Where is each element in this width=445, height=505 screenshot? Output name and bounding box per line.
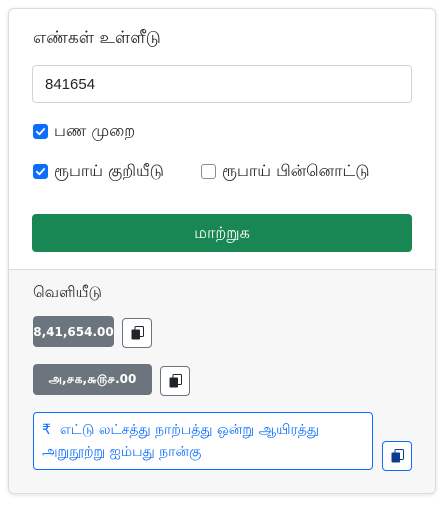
output-section: வெளியீடு 8,41,654.00 அ,௪௧,௬௫௪.00 ₹ எட்டு… (9, 269, 435, 493)
currency-format-option[interactable]: பண முறை (33, 121, 135, 141)
input-section: எண்கள் உள்ளீடு பண முறை ரூபாய் குறியீடு ர… (9, 9, 435, 269)
copy-tamil-numeral-button[interactable] (160, 366, 190, 396)
copy-icon (391, 449, 404, 463)
rupee-fraction-checkbox[interactable] (201, 163, 216, 179)
rupee-symbol: ₹ (42, 422, 51, 438)
rupee-symbol-label: ரூபாய் குறியீடு (54, 161, 164, 180)
words-output-box: ₹ எட்டு லட்சத்து நாற்பத்து ஒன்று ஆயிரத்த… (33, 412, 373, 470)
copy-icon (131, 326, 144, 340)
output-label: வெளியீடு (33, 283, 102, 301)
convert-button[interactable]: மாற்றுக (32, 214, 412, 252)
words-output-text: எட்டு லட்சத்து நாற்பத்து ஒன்று ஆயிரத்து … (42, 422, 320, 460)
rupee-fraction-option[interactable]: ரூபாய் பின்னொட்டு (201, 161, 370, 181)
input-title: எண்கள் உள்ளீடு (33, 28, 161, 48)
rupee-symbol-option[interactable]: ரூபாய் குறியீடு (33, 161, 164, 181)
rupee-fraction-label: ரூபாய் பின்னொட்டு (222, 161, 370, 180)
rupee-symbol-checkbox[interactable] (33, 163, 48, 179)
checkmark-icon (35, 127, 46, 135)
numeric-output-badge: 8,41,654.00 (33, 316, 114, 347)
copy-words-button[interactable] (382, 441, 412, 471)
copy-numeric-button[interactable] (122, 318, 152, 348)
currency-format-label: பண முறை (54, 121, 136, 140)
checkmark-icon (35, 167, 46, 175)
tamil-numeral-output-badge: அ,௪௧,௬௫௪.00 (33, 364, 152, 395)
number-input[interactable] (32, 65, 412, 103)
copy-icon (169, 374, 182, 388)
converter-card: எண்கள் உள்ளீடு பண முறை ரூபாய் குறியீடு ர… (8, 8, 436, 494)
currency-format-checkbox[interactable] (33, 123, 48, 139)
